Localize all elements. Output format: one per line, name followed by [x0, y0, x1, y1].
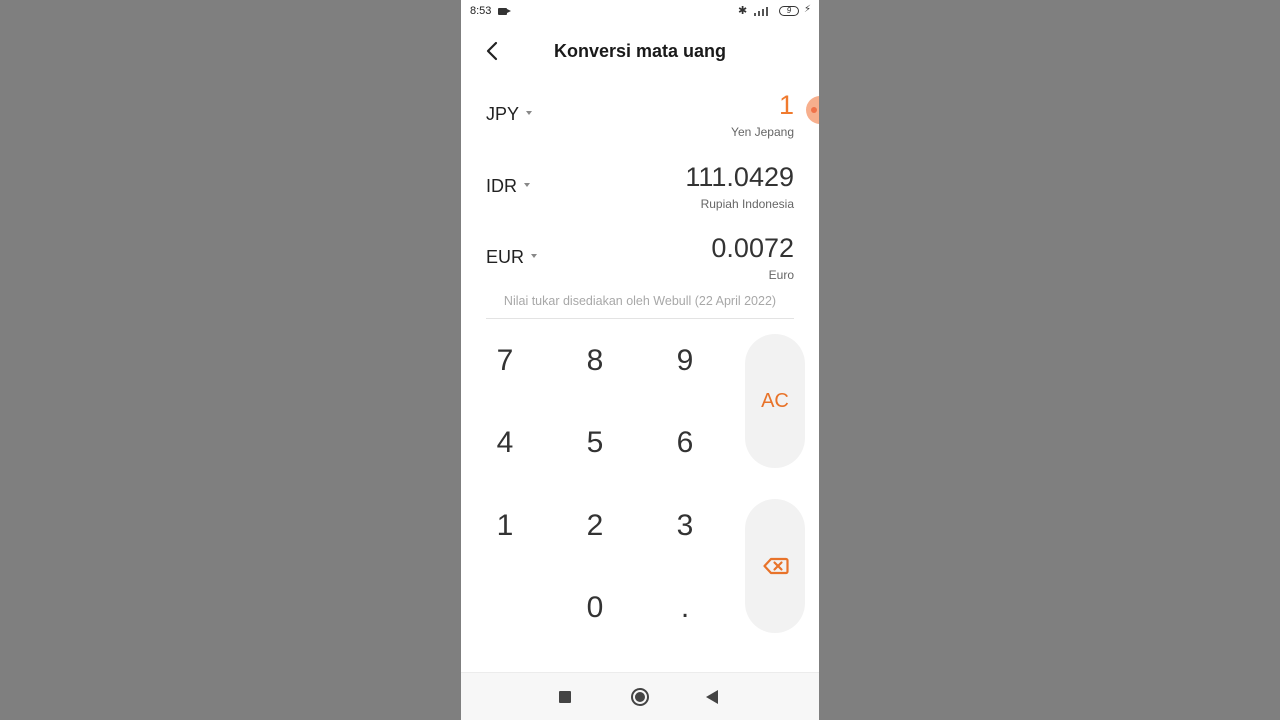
- bluetooth-icon: ✱: [738, 5, 748, 17]
- backspace-icon: [763, 557, 789, 575]
- charging-icon: ⚡: [804, 4, 812, 15]
- currency-name: Euro: [768, 268, 794, 282]
- navigation-bar: [461, 672, 819, 720]
- caret-down-icon: [526, 111, 533, 116]
- backspace-button[interactable]: [745, 499, 805, 633]
- divider: [486, 318, 794, 319]
- caret-down-icon: [524, 183, 530, 188]
- currency-amount: 111.0429: [685, 162, 794, 192]
- back-icon[interactable]: [706, 690, 718, 704]
- currency-code: JPY: [486, 104, 520, 124]
- currency-row-idr[interactable]: IDR 111.0429 Rupiah Indonesia: [461, 160, 819, 226]
- key-8[interactable]: 8: [560, 331, 630, 391]
- currency-name: Rupiah Indonesia: [700, 197, 794, 211]
- key-6[interactable]: 6: [650, 413, 720, 473]
- page-title: Konversi mata uang: [553, 41, 727, 61]
- phone-screen: 8:53 ✱ 9 ⚡ Konversi mata uang JPY 1 Yen …: [461, 0, 819, 720]
- currency-amount: 0.0072: [711, 233, 794, 263]
- currency-selector-jpy[interactable]: JPY: [486, 104, 533, 125]
- key-9[interactable]: 9: [650, 331, 720, 391]
- currency-selector-idr[interactable]: IDR: [486, 176, 530, 197]
- recent-apps-icon[interactable]: [559, 691, 571, 703]
- status-time: 8:53: [470, 5, 492, 17]
- caret-down-icon: [531, 254, 538, 259]
- currency-selector-eur[interactable]: EUR: [486, 247, 538, 268]
- currency-row-jpy[interactable]: JPY 1 Yen Jepang: [461, 88, 819, 154]
- key-2[interactable]: 2: [560, 496, 630, 556]
- key-1[interactable]: 1: [470, 496, 540, 556]
- currency-row-eur[interactable]: EUR 0.0072 Euro: [461, 231, 819, 297]
- currency-amount: 1: [778, 90, 794, 120]
- battery-icon: 9: [779, 6, 799, 16]
- clear-label: AC: [761, 390, 789, 412]
- screen-record-icon: [498, 8, 511, 15]
- key-7[interactable]: 7: [470, 331, 540, 391]
- key-decimal[interactable]: .: [650, 578, 720, 638]
- key-4[interactable]: 4: [470, 413, 540, 473]
- clear-button[interactable]: AC: [745, 334, 805, 468]
- signal-icon: [754, 6, 774, 16]
- currency-code: IDR: [486, 176, 517, 196]
- status-bar: 8:53 ✱ 9 ⚡: [461, 0, 819, 24]
- key-0[interactable]: 0: [560, 578, 630, 638]
- rate-note: Nilai tukar disediakan oleh Webull (22 A…: [503, 294, 777, 308]
- key-3[interactable]: 3: [650, 496, 720, 556]
- currency-name: Yen Jepang: [731, 125, 794, 139]
- key-5[interactable]: 5: [560, 413, 630, 473]
- home-icon[interactable]: [631, 688, 649, 706]
- currency-code: EUR: [486, 247, 525, 267]
